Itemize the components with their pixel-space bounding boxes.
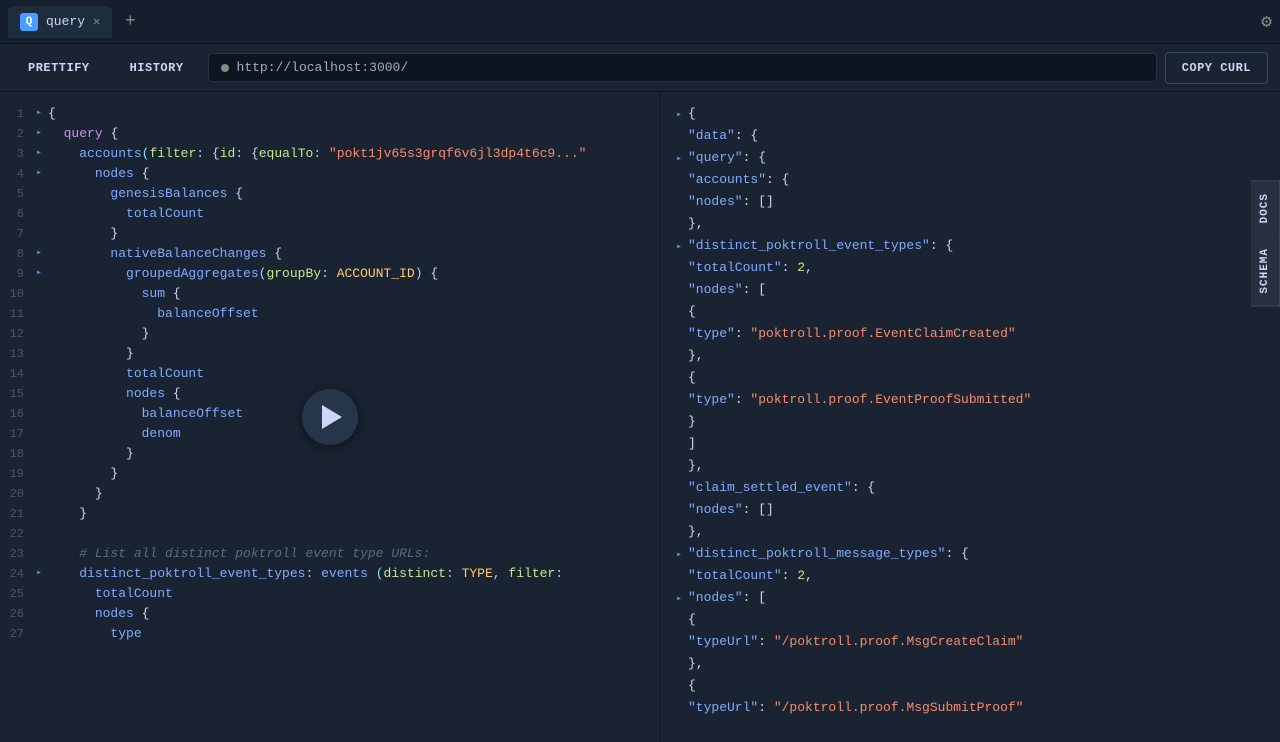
json-line-12: }, — [676, 346, 1264, 368]
code-line-19: 19 } — [0, 464, 659, 484]
json-line-20: }, — [676, 522, 1264, 544]
code-line-26: 26 nodes { — [0, 604, 659, 624]
code-line-4: 4 ▸ nodes { — [0, 164, 659, 184]
tab-query-label: query — [46, 14, 85, 29]
json-line-9: "nodes": [ — [676, 280, 1264, 302]
code-line-13: 13 } — [0, 344, 659, 364]
main-content: 1 ▸ { 2 ▸ query { 3 ▸ accounts(filter: {… — [0, 92, 1280, 742]
code-line-11: 11 balanceOffset — [0, 304, 659, 324]
result-panel[interactable]: ▸ { "data": { ▸ "query": { "accounts": {… — [660, 92, 1280, 742]
side-tabs: DOCS SCHEMA — [1251, 180, 1280, 307]
json-line-8: "totalCount": 2, — [676, 258, 1264, 280]
tab-query[interactable]: Q query ✕ — [8, 6, 112, 38]
code-line-12: 12 } — [0, 324, 659, 344]
json-line-15: } — [676, 412, 1264, 434]
json-line-23: ▸ "nodes": [ — [676, 588, 1264, 610]
code-line-23: 23 # List all distinct poktroll event ty… — [0, 544, 659, 564]
settings-icon[interactable]: ⚙ — [1261, 11, 1272, 33]
history-button[interactable]: HISTORY — [114, 53, 200, 83]
url-text: http://localhost:3000/ — [237, 60, 409, 75]
json-line-21: ▸ "distinct_poktroll_message_types": { — [676, 544, 1264, 566]
code-line-18: 18 } — [0, 444, 659, 464]
toolbar: PRETTIFY HISTORY http://localhost:3000/ … — [0, 44, 1280, 92]
code-line-6: 6 totalCount — [0, 204, 659, 224]
json-result: ▸ { "data": { ▸ "query": { "accounts": {… — [660, 92, 1280, 732]
code-line-21: 21 } — [0, 504, 659, 524]
prettify-button[interactable]: PRETTIFY — [12, 53, 106, 83]
schema-tab[interactable]: SCHEMA — [1251, 236, 1280, 307]
code-line-2: 2 ▸ query { — [0, 124, 659, 144]
json-line-14: "type": "poktroll.proof.EventProofSubmit… — [676, 390, 1264, 412]
code-line-7: 7 } — [0, 224, 659, 244]
tab-query-icon: Q — [20, 13, 38, 31]
json-line-6: }, — [676, 214, 1264, 236]
json-line-25: "typeUrl": "/poktroll.proof.MsgCreateCla… — [676, 632, 1264, 654]
json-line-13: { — [676, 368, 1264, 390]
new-tab-button[interactable]: + — [116, 8, 144, 36]
json-line-18: "claim_settled_event": { — [676, 478, 1264, 500]
json-line-3: ▸ "query": { — [676, 148, 1264, 170]
json-line-10: { — [676, 302, 1264, 324]
tab-bar: Q query ✕ + ⚙ — [0, 0, 1280, 44]
code-line-20: 20 } — [0, 484, 659, 504]
json-line-27: { — [676, 676, 1264, 698]
url-bar[interactable]: http://localhost:3000/ — [208, 53, 1157, 82]
json-line-11: "type": "poktroll.proof.EventClaimCreate… — [676, 324, 1264, 346]
json-line-4: "accounts": { — [676, 170, 1264, 192]
json-line-1: ▸ { — [676, 104, 1264, 126]
url-status-dot — [221, 64, 229, 72]
code-line-3: 3 ▸ accounts(filter: {id: {equalTo: "pok… — [0, 144, 659, 164]
docs-tab[interactable]: DOCS — [1251, 180, 1280, 236]
json-line-28: "typeUrl": "/poktroll.proof.MsgSubmitPro… — [676, 698, 1264, 720]
copy-curl-button[interactable]: COPY CURL — [1165, 52, 1268, 84]
json-line-7: ▸ "distinct_poktroll_event_types": { — [676, 236, 1264, 258]
tab-close-icon[interactable]: ✕ — [93, 14, 100, 29]
code-line-8: 8 ▸ nativeBalanceChanges { — [0, 244, 659, 264]
code-line-22: 22 — [0, 524, 659, 544]
json-line-24: { — [676, 610, 1264, 632]
code-line-5: 5 genesisBalances { — [0, 184, 659, 204]
code-lines: 1 ▸ { 2 ▸ query { 3 ▸ accounts(filter: {… — [0, 92, 659, 656]
code-line-24: 24 ▸ distinct_poktroll_event_types: even… — [0, 564, 659, 584]
json-line-19: "nodes": [] — [676, 500, 1264, 522]
code-line-9: 9 ▸ groupedAggregates(groupBy: ACCOUNT_I… — [0, 264, 659, 284]
json-line-5: "nodes": [] — [676, 192, 1264, 214]
json-line-26: }, — [676, 654, 1264, 676]
play-button[interactable] — [302, 389, 358, 445]
json-line-2: "data": { — [676, 126, 1264, 148]
json-line-17: }, — [676, 456, 1264, 478]
code-line-25: 25 totalCount — [0, 584, 659, 604]
code-line-1: 1 ▸ { — [0, 104, 659, 124]
code-editor[interactable]: 1 ▸ { 2 ▸ query { 3 ▸ accounts(filter: {… — [0, 92, 660, 742]
play-icon — [322, 405, 342, 429]
code-line-27: 27 type — [0, 624, 659, 644]
json-line-16: ] — [676, 434, 1264, 456]
json-line-22: "totalCount": 2, — [676, 566, 1264, 588]
code-line-10: 10 sum { — [0, 284, 659, 304]
code-line-14: 14 totalCount — [0, 364, 659, 384]
